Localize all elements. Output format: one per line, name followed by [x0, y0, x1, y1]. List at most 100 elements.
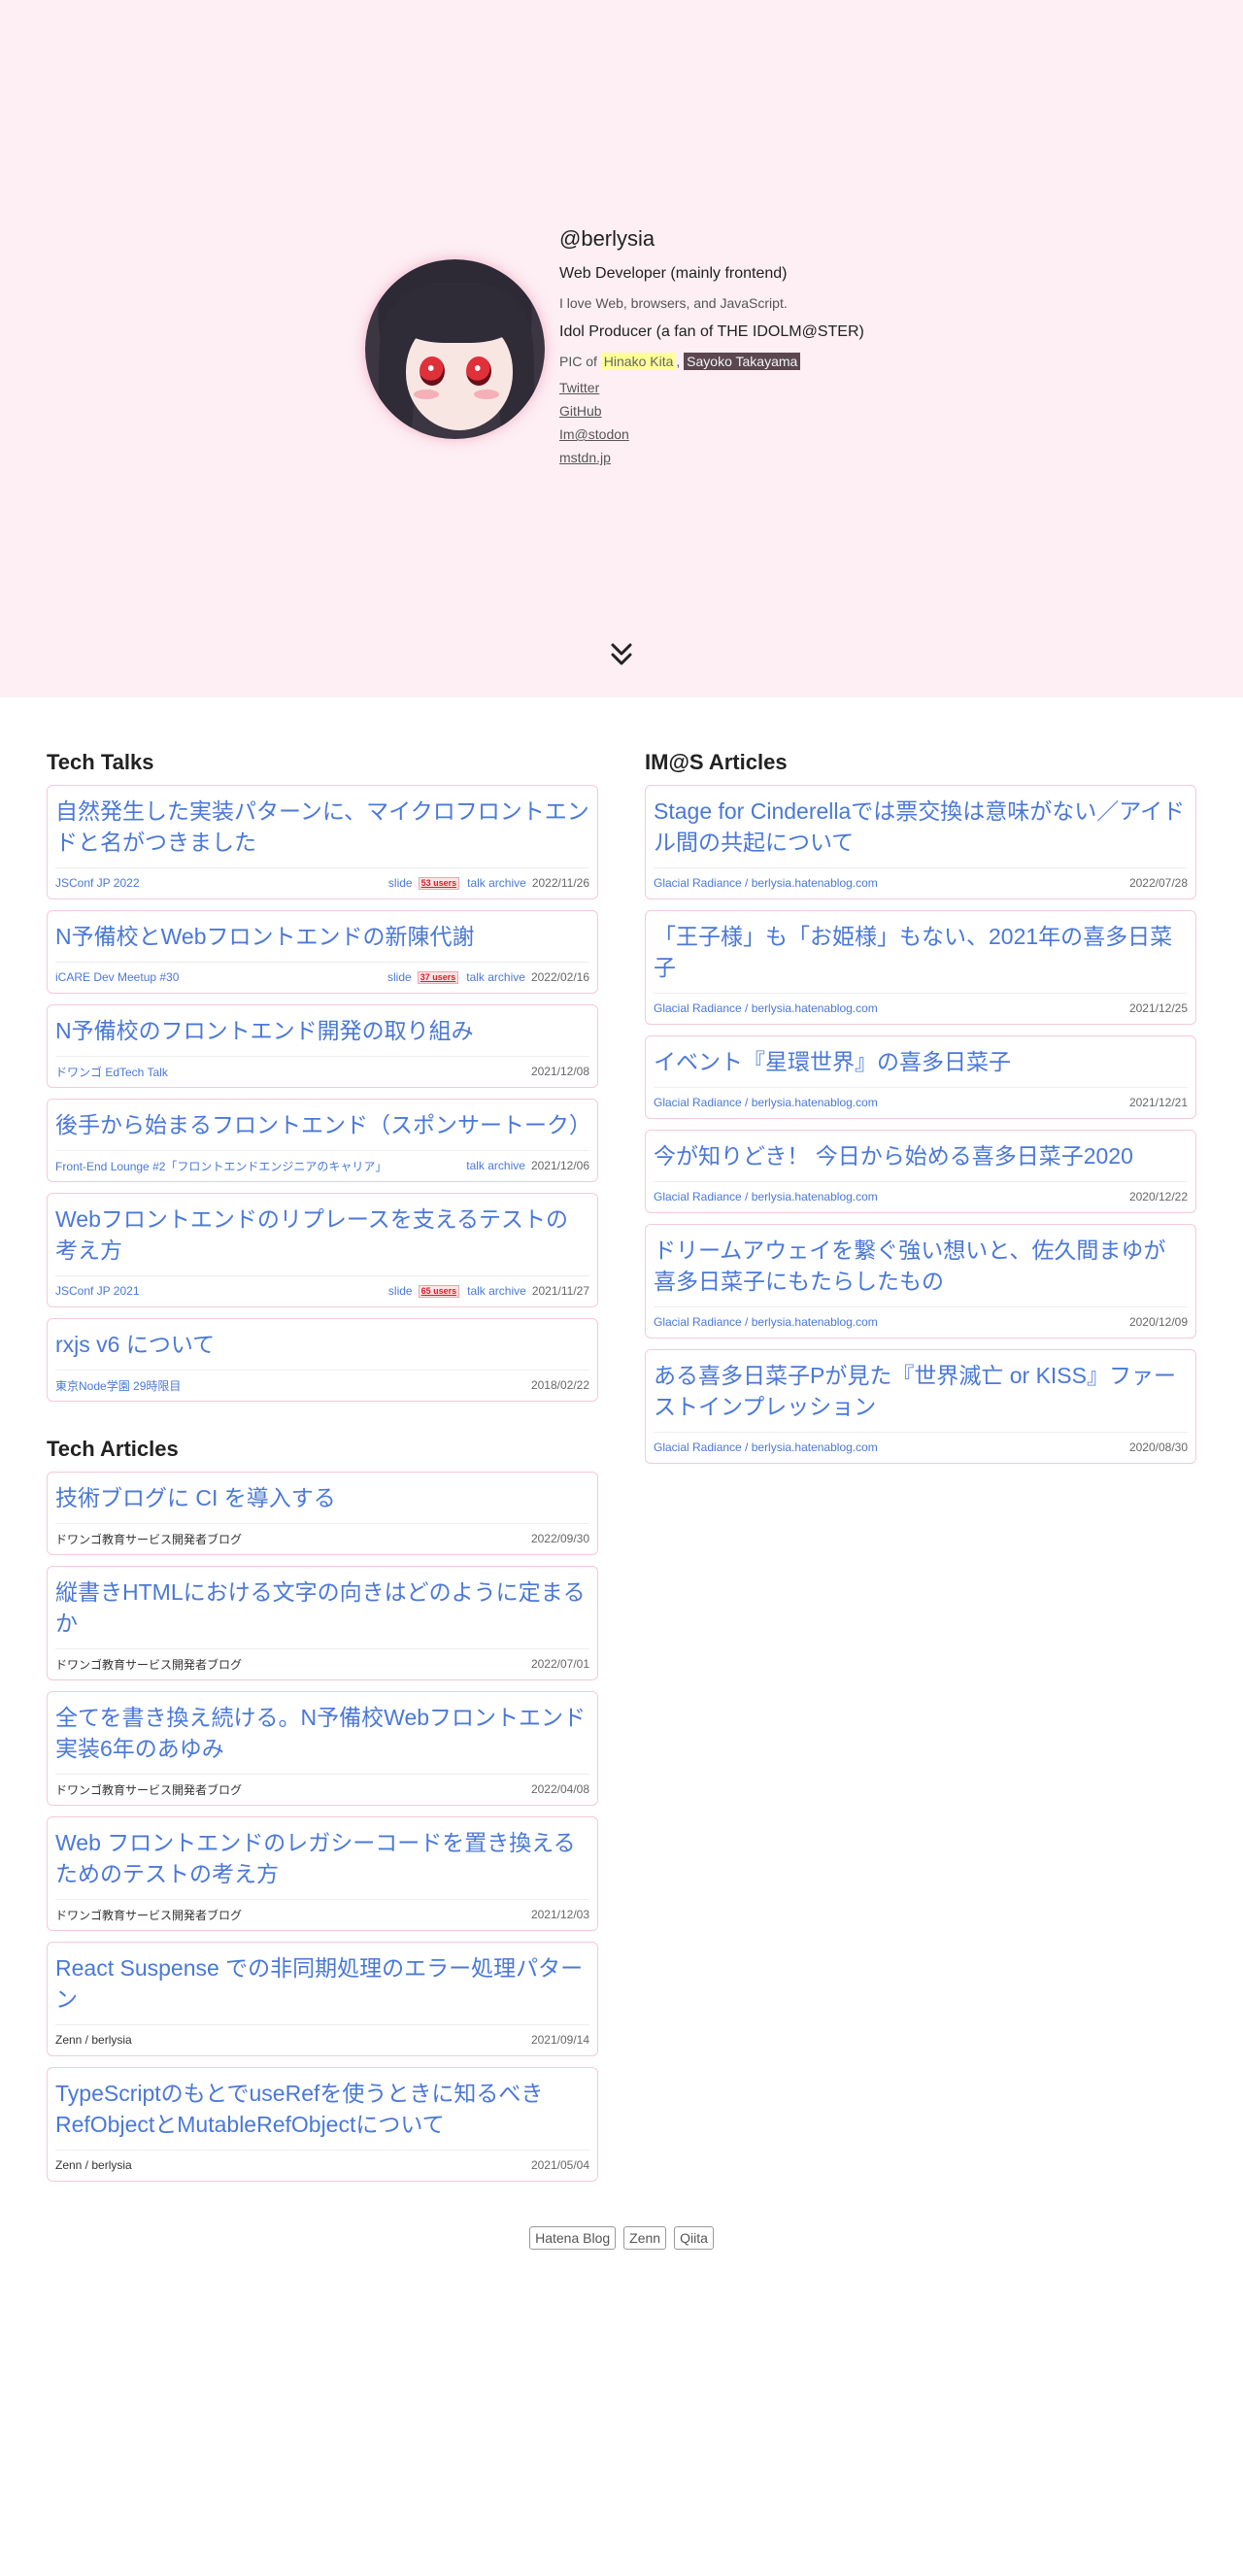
card-title-link[interactable]: Webフロントエンドのリプレースを支えるテストの考え方: [55, 1203, 589, 1266]
card-date: 2022/07/28: [1128, 876, 1188, 890]
card-date: 2020/12/09: [1128, 1315, 1188, 1329]
profile-description: I love Web, browsers, and JavaScript.: [559, 295, 788, 311]
card-title-link[interactable]: 今が知りどき！ 今日から始める喜多日菜子2020: [654, 1140, 1188, 1171]
card-source: Front-End Lounge #2「フロントエンドエンジニアのキャリア」: [55, 1159, 387, 1173]
card-title-link[interactable]: 自然発生した実装パターンに、マイクロフロントエンドと名がつきました: [55, 796, 589, 858]
github-link[interactable]: GitHub: [559, 399, 864, 423]
slide-link[interactable]: slide: [387, 970, 412, 984]
article-card: Stage for Cinderellaでは票交換は意味がない／アイドル間の共起…: [645, 785, 1196, 899]
profile-role: Web Developer (mainly frontend): [559, 265, 788, 282]
article-card: N予備校のフロントエンド開発の取り組みドワンゴ EdTech Talk 2021/…: [47, 1004, 598, 1088]
card-source: Zenn / berlysia: [55, 2033, 132, 2047]
talk-archive-link[interactable]: talk archive: [467, 876, 526, 890]
card-date: 2021/12/06: [530, 1159, 589, 1172]
card-date: 2021/09/14: [530, 2033, 589, 2047]
card-title-link[interactable]: Stage for Cinderellaでは票交換は意味がない／アイドル間の共起…: [654, 796, 1188, 858]
card-title-link[interactable]: ドリームアウェイを繋ぐ強い想いと、佐久間まゆが喜多日菜子にもたらしたもの: [654, 1235, 1188, 1297]
card-meta: ドワンゴ教育サービス開発者ブログ 2022/09/30: [55, 1523, 589, 1548]
pic-name-sayoko: Sayoko Takayama: [684, 353, 801, 370]
talk-archive-link[interactable]: talk archive: [466, 970, 525, 984]
card-meta: Glacial Radiance / berlysia.hatenablog.c…: [654, 1306, 1188, 1332]
article-card: ドリームアウェイを繋ぐ強い想いと、佐久間まゆが喜多日菜子にもたらしたもの Glac…: [645, 1224, 1196, 1339]
card-date: 2021/12/25: [1128, 1001, 1188, 1015]
card-title-link[interactable]: TypeScriptのもとでuseRefを使うときに知るべきRefObjectと…: [55, 2078, 589, 2140]
card-source: iCARE Dev Meetup #30: [55, 970, 180, 984]
imas-articles-heading: IM@S Articles: [645, 750, 788, 774]
card-meta: ドワンゴ教育サービス開発者ブログ 2022/07/01: [55, 1648, 589, 1674]
card-title-link[interactable]: 全てを書き換え続ける。N予備校Webフロントエンド実装6年のあゆみ: [55, 1702, 589, 1764]
hatena-blog-link[interactable]: Hatena Blog: [529, 2226, 617, 2250]
card-meta: ドワンゴ教育サービス開発者ブログ 2022/04/08: [55, 1774, 589, 1799]
profile-links: Twitter GitHub Im@stodon mstdn.jp: [559, 376, 864, 469]
card-meta: Glacial Radiance / berlysia.hatenablog.c…: [654, 1181, 1188, 1206]
tech-articles-list: 技術ブログに CI を導入する ドワンゴ教育サービス開発者ブログ 2022/09/3…: [47, 1472, 598, 2182]
card-title-link[interactable]: React Suspense での非同期処理のエラー処理パターン: [55, 1952, 589, 2015]
card-date: 2021/05/04: [530, 2158, 589, 2172]
qiita-link[interactable]: Qiita: [674, 2226, 714, 2250]
pic-separator: ,: [676, 354, 681, 369]
talk-archive-link[interactable]: talk archive: [467, 1284, 526, 1298]
article-card: 自然発生した実装パターンに、マイクロフロントエンドと名がつきました JSConf …: [47, 785, 598, 899]
card-date: 2022/11/26: [531, 876, 589, 890]
talk-archive-link[interactable]: talk archive: [466, 1159, 525, 1172]
card-title-link[interactable]: 後手から始まるフロントエンド（スポンサートーク）: [55, 1109, 591, 1140]
article-card: N予備校とWebフロントエンドの新陳代謝 iCARE Dev Meetup #30…: [47, 910, 598, 994]
card-meta: JSConf JP 2022 slide 53 users talk archive 2…: [55, 867, 589, 893]
article-card: Web フロントエンドのレガシーコードを置き換えるためのテストの考え方ドワンゴ教…: [47, 1816, 598, 1931]
card-title-link[interactable]: rxjs v6 について: [55, 1329, 589, 1360]
card-source: Glacial Radiance / berlysia.hatenablog.c…: [654, 876, 878, 890]
card-source: Glacial Radiance / berlysia.hatenablog.c…: [654, 1190, 878, 1203]
main-content: Tech Talks 自然発生した実装パターンに、マイクロフロントエンドと名がつ…: [0, 744, 1243, 2192]
avatar: [365, 259, 545, 439]
card-date: 2022/02/16: [530, 970, 589, 984]
left-column: Tech Talks 自然発生した実装パターンに、マイクロフロントエンドと名がつ…: [47, 744, 598, 2192]
tech-articles-heading: Tech Articles: [47, 1437, 179, 1461]
card-source: ドワンゴ教育サービス開発者ブログ: [55, 1657, 243, 1672]
zenn-link[interactable]: Zenn: [623, 2226, 667, 2250]
hatena-bookmark-badge[interactable]: 37 users: [417, 970, 459, 984]
card-source: JSConf JP 2021: [55, 1284, 140, 1298]
card-meta: Front-End Lounge #2「フロントエンドエンジニアのキャリア」 ta…: [55, 1150, 589, 1175]
hatena-bookmark-badge[interactable]: 65 users: [418, 1284, 460, 1298]
hero-section: @berlysia Web Developer (mainly frontend…: [0, 0, 1243, 697]
card-date: 2021/12/21: [1128, 1096, 1188, 1109]
card-title-link[interactable]: 技術ブログに CI を導入する: [55, 1482, 589, 1513]
chevron-down-icon[interactable]: [610, 641, 633, 668]
tech-talks-list: 自然発生した実装パターンに、マイクロフロントエンドと名がつきました JSConf …: [47, 785, 598, 1402]
card-title-link[interactable]: N予備校とWebフロントエンドの新陳代謝: [55, 921, 589, 952]
article-card: 後手から始まるフロントエンド（スポンサートーク） Front-End Lounge…: [47, 1099, 598, 1182]
card-title-link[interactable]: ある喜多日菜子Pが見た『世界滅亡 or KISS』ファーストインプレッション: [654, 1360, 1188, 1422]
slide-link[interactable]: slide: [388, 876, 413, 890]
twitter-link[interactable]: Twitter: [559, 376, 864, 399]
article-card: 今が知りどき！ 今日から始める喜多日菜子2020 Glacial Radiance…: [645, 1130, 1196, 1213]
card-meta: Zenn / berlysia 2021/09/14: [55, 2024, 589, 2050]
card-date: 2020/08/30: [1128, 1441, 1188, 1454]
card-meta: ドワンゴ EdTech Talk 2021/12/08: [55, 1056, 589, 1081]
card-source: Glacial Radiance / berlysia.hatenablog.c…: [654, 1441, 878, 1454]
article-card: 「王子様」も「お姫様」もない、2021年の喜多日菜子 Glacial Radian…: [645, 910, 1196, 1025]
article-card: React Suspense での非同期処理のエラー処理パターン Zenn / b…: [47, 1942, 598, 2056]
article-card: ある喜多日菜子Pが見た『世界滅亡 or KISS』ファーストインプレッション Gl…: [645, 1349, 1196, 1464]
tech-articles-section: Tech Articles 技術ブログに CI を導入するドワンゴ教育サービス開…: [47, 1431, 598, 2182]
pic-prefix: PIC of: [559, 354, 597, 369]
article-card: Webフロントエンドのリプレースを支えるテストの考え方 JSConf JP 202…: [47, 1193, 598, 1307]
article-card: 全てを書き換え続ける。N予備校Webフロントエンド実装6年のあゆみドワンゴ教育サ…: [47, 1691, 598, 1806]
card-title-link[interactable]: N予備校のフロントエンド開発の取り組み: [55, 1015, 589, 1046]
mstdn-link[interactable]: mstdn.jp: [559, 446, 864, 469]
card-meta: 東京Node学園 29時限目 2018/02/22: [55, 1370, 589, 1395]
card-date: 2022/07/01: [530, 1657, 589, 1671]
card-meta: Zenn / berlysia 2021/05/04: [55, 2150, 589, 2175]
hatena-bookmark-badge[interactable]: 53 users: [418, 876, 460, 890]
card-title-link[interactable]: 「王子様」も「お姫様」もない、2021年の喜多日菜子: [654, 921, 1188, 983]
card-meta: ドワンゴ教育サービス開発者ブログ 2021/12/03: [55, 1899, 589, 1924]
article-card: イベント『星環世界』の喜多日菜子 Glacial Radiance / berly…: [645, 1035, 1196, 1119]
card-title-link[interactable]: イベント『星環世界』の喜多日菜子: [654, 1046, 1188, 1077]
card-date: 2020/12/22: [1128, 1190, 1188, 1203]
imastodon-link[interactable]: Im@stodon: [559, 423, 864, 446]
card-meta: Glacial Radiance / berlysia.hatenablog.c…: [654, 1087, 1188, 1112]
card-title-link[interactable]: 縦書きHTMLにおける文字の向きはどのように定まるか: [55, 1576, 589, 1639]
card-meta: Glacial Radiance / berlysia.hatenablog.c…: [654, 1432, 1188, 1457]
card-date: 2022/09/30: [530, 1532, 589, 1545]
slide-link[interactable]: slide: [388, 1284, 413, 1298]
card-title-link[interactable]: Web フロントエンドのレガシーコードを置き換えるためのテストの考え方: [55, 1827, 589, 1889]
